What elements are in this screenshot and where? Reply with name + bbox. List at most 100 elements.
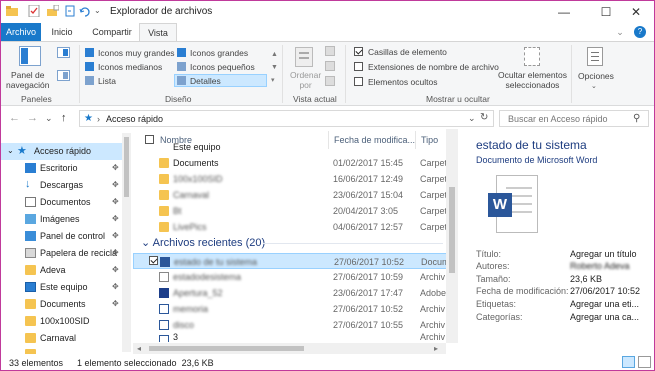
sort-by-button[interactable]: Ordenar por: [290, 70, 321, 90]
list-item[interactable]: disco 27/06/2017 10:55 Archiv: [133, 317, 448, 333]
item-date: 20/04/2017 3:05: [333, 206, 399, 216]
list-item[interactable]: LivePics 04/06/2017 12:57 Carpet: [133, 219, 448, 235]
refresh-icon[interactable]: ↻: [480, 112, 488, 123]
minimize-button[interactable]: —: [546, 1, 582, 23]
preview-pane-icon[interactable]: [57, 47, 70, 58]
prop-value-etiquetas[interactable]: Agregar una eti...: [570, 299, 639, 309]
nav-item-descargas[interactable]: ↓ Descargas ✥: [1, 177, 129, 194]
list-item[interactable]: Apertura_52 23/06/2017 17:47 Adobe: [133, 285, 448, 301]
large-icons-view-icon[interactable]: [638, 356, 651, 368]
layout-small[interactable]: Iconos pequeños: [190, 62, 255, 72]
chevron-down-icon[interactable]: ⌄: [141, 237, 150, 249]
nav-item-papelera[interactable]: Papelera de recicla ✥: [1, 245, 129, 262]
list-item[interactable]: Este equipo: [133, 143, 448, 153]
size-columns-icon[interactable]: [325, 76, 335, 86]
group-by-icon[interactable]: [325, 46, 335, 56]
layout-extra-large[interactable]: Iconos muy grandes: [98, 48, 175, 58]
scroll-left-icon[interactable]: ◂: [137, 344, 141, 353]
layout-details[interactable]: Detalles: [190, 76, 221, 86]
hidden-items-checkbox[interactable]: [354, 77, 363, 86]
nav-label: Documentos: [40, 197, 91, 207]
pictures-icon: [25, 214, 36, 224]
tab-archivo[interactable]: Archivo: [1, 23, 41, 41]
scroll-right-icon[interactable]: ▸: [434, 344, 438, 353]
content-scrollbar[interactable]: [446, 129, 458, 343]
list-item[interactable]: 100x100SID 16/06/2017 12:49 Carpet: [133, 171, 448, 187]
section-divider: [263, 243, 443, 244]
address-path[interactable]: Acceso rápido: [106, 114, 163, 124]
item-type: Carpet: [420, 206, 448, 216]
add-columns-icon[interactable]: [325, 61, 335, 71]
details-pane-icon[interactable]: [57, 70, 70, 81]
file-list: Nombre Fecha de modifica... Tipo Este eq…: [133, 129, 458, 354]
chevron-down-icon[interactable]: ⌄: [7, 146, 14, 155]
list-item[interactable]: Bt 20/04/2017 3:05 Carpet: [133, 203, 448, 219]
nav-scroll-thumb[interactable]: [124, 137, 129, 197]
help-icon[interactable]: ?: [633, 23, 647, 41]
redo-icon[interactable]: [79, 5, 91, 17]
list-item[interactable]: 3 Archiv: [133, 332, 448, 342]
list-item[interactable]: Documents 01/02/2017 15:45 Carpet: [133, 155, 448, 171]
item-name: Documents: [173, 158, 219, 168]
nav-item-bt[interactable]: [1, 346, 129, 354]
new-folder-icon[interactable]: [47, 4, 60, 17]
close-button[interactable]: ✕: [618, 1, 654, 23]
collapse-ribbon-icon[interactable]: ⌄: [613, 23, 627, 41]
layout-medium[interactable]: Iconos medianos: [98, 62, 162, 72]
folder-yellow-icon[interactable]: [6, 5, 18, 17]
tab-inicio[interactable]: Inicio: [44, 23, 80, 41]
undo-icon[interactable]: [64, 5, 76, 17]
nav-item-carnaval[interactable]: Carnaval: [1, 330, 129, 347]
item-checkbox[interactable]: [149, 256, 158, 265]
list-item[interactable]: Carnaval 23/06/2017 15:04 Carpet: [133, 187, 448, 203]
tab-vista[interactable]: Vista: [139, 23, 177, 42]
horizontal-scrollbar[interactable]: ◂ ▸: [133, 343, 446, 354]
h-scroll-thumb[interactable]: [149, 346, 304, 351]
item-type: Carpet: [420, 174, 448, 184]
item-checkboxes-checkbox[interactable]: [354, 47, 363, 56]
nav-label: Carnaval: [40, 333, 77, 343]
prop-value-categorias[interactable]: Agregar una ca...: [570, 312, 639, 322]
address-bar[interactable]: ★ › Acceso rápido ⌄ ↻: [79, 110, 494, 127]
dropdown-icon[interactable]: ⌄: [94, 6, 106, 18]
nav-scrollbar[interactable]: [122, 133, 131, 352]
pin-icon: ✥: [112, 197, 119, 206]
navigation-pane-button[interactable]: Panel de navegación: [6, 70, 49, 90]
layout-scroll-arrows[interactable]: ▲ ▼ ▾: [271, 48, 278, 87]
prop-value-titulo[interactable]: Agregar un título: [570, 249, 637, 259]
recent-files-section[interactable]: ⌄ Archivos recientes (20): [141, 236, 265, 249]
nav-item-documents[interactable]: Documents ✥: [1, 296, 129, 313]
forward-button[interactable]: →: [27, 112, 38, 124]
list-item-selected[interactable]: estado de tu sistema 27/06/2017 10:52 Do…: [133, 253, 450, 269]
navigation-pane-icon[interactable]: [19, 46, 41, 66]
hide-selected-button[interactable]: Ocultar elementos seleccionados: [498, 70, 567, 90]
details-view-icon[interactable]: [622, 356, 635, 368]
list-item[interactable]: memoria 27/06/2017 10:52 Archiv: [133, 301, 448, 317]
up-button[interactable]: ↑: [61, 112, 67, 124]
recycle-bin-icon: [25, 248, 36, 258]
tab-compartir[interactable]: Compartir: [85, 23, 139, 41]
address-dropdown-icon[interactable]: ⌄: [468, 113, 476, 124]
nav-item-este-equipo[interactable]: Este equipo ✥: [1, 279, 129, 296]
nav-item-imagenes[interactable]: Imágenes ✥: [1, 211, 129, 228]
search-input[interactable]: Buscar en Acceso rápido: [508, 114, 608, 124]
layout-list[interactable]: Lista: [98, 76, 116, 86]
content-scroll-thumb[interactable]: [449, 187, 455, 273]
prop-value-autores[interactable]: Roberto Adeva: [570, 261, 630, 271]
properties-icon[interactable]: [28, 4, 40, 18]
nav-item-escritorio[interactable]: Escritorio ✥: [1, 160, 129, 177]
back-button[interactable]: ←: [9, 112, 20, 124]
layout-large[interactable]: Iconos grandes: [190, 48, 248, 58]
address-row: ← → ⌄ ↑ ★ › Acceso rápido ⌄ ↻ Buscar en …: [1, 107, 654, 129]
file-extensions-checkbox[interactable]: [354, 62, 363, 71]
nav-item-documentos[interactable]: Documentos ✥: [1, 194, 129, 211]
nav-item-adeva[interactable]: Adeva ✥: [1, 262, 129, 279]
nav-item-panel-control[interactable]: Panel de control ✥: [1, 228, 129, 245]
recent-locations-button[interactable]: ⌄: [45, 113, 53, 124]
options-dropdown-icon[interactable]: ⌄: [591, 82, 597, 90]
nav-item-100x100sid[interactable]: 100x100SID: [1, 313, 129, 330]
nav-item-acceso-rapido[interactable]: ⌄ ★ Acceso rápido: [1, 143, 129, 160]
search-box[interactable]: Buscar en Acceso rápido ⚲: [499, 110, 649, 127]
list-item[interactable]: estadodesistema 27/06/2017 10:59 Archiv: [133, 269, 448, 285]
options-button[interactable]: Opciones: [578, 71, 614, 81]
